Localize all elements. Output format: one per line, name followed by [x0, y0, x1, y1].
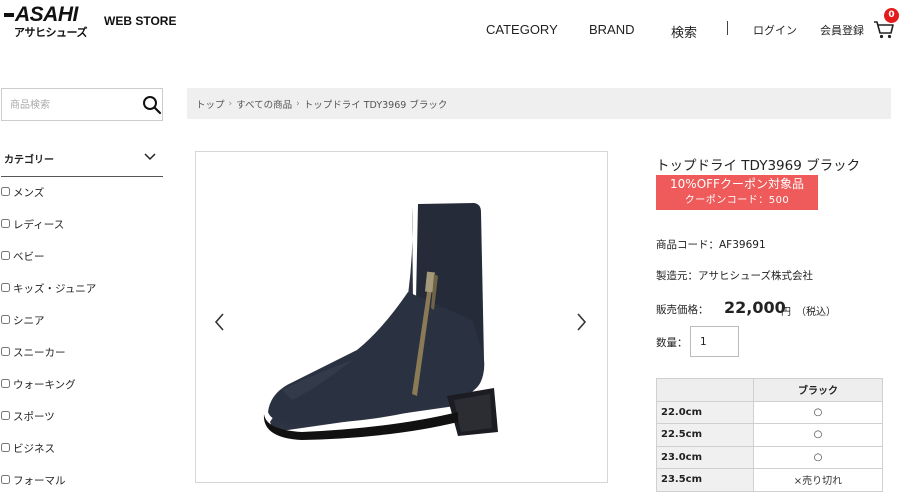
category-checkbox[interactable]	[1, 475, 10, 484]
category-item-sports[interactable]: スポーツ	[1, 409, 163, 441]
product-title: トップドライ TDY3969 ブラック	[656, 158, 861, 174]
breadcrumb-all-products[interactable]: すべての商品	[236, 97, 292, 111]
breadcrumb-separator: ›	[296, 98, 300, 109]
search-box	[1, 88, 163, 121]
price-value: 22,000	[724, 298, 786, 317]
category-list: メンズ レディース ベビー キッズ・ジュニア シニア スニーカー ウォーキング …	[1, 185, 163, 492]
category-item-mens[interactable]: メンズ	[1, 185, 163, 217]
color-header: ブラック	[753, 378, 883, 402]
table-row[interactable]: 22.0cm ○	[656, 400, 883, 424]
category-checkbox[interactable]	[1, 379, 10, 388]
price-unit: 円	[781, 307, 791, 318]
search-icon[interactable]	[142, 95, 162, 115]
category-checkbox[interactable]	[1, 315, 10, 324]
table-header-row: ブラック	[656, 378, 883, 402]
logo-kana: アサヒシューズ	[14, 26, 87, 39]
search-input[interactable]	[10, 97, 130, 113]
category-item-business[interactable]: ビジネス	[1, 441, 163, 473]
category-accordion-header[interactable]: カテゴリー	[1, 147, 163, 177]
quantity-label: 数量：	[656, 337, 688, 349]
table-row[interactable]: 22.5cm ○	[656, 423, 883, 447]
category-item-senior[interactable]: シニア	[1, 313, 163, 345]
breadcrumb-top[interactable]: トップ	[196, 97, 225, 111]
quantity-input[interactable]	[690, 326, 739, 357]
size-header-empty	[656, 378, 754, 402]
category-item-sneaker[interactable]: スニーカー	[1, 345, 163, 377]
breadcrumb-current: トップドライ TDY3969 ブラック	[303, 99, 448, 111]
nav-search[interactable]: 検索	[671, 22, 697, 41]
breadcrumb: トップ › すべての商品 › トップドライ TDY3969 ブラック	[187, 88, 891, 119]
coupon-code: クーポンコード：500	[684, 195, 790, 206]
stock-cell-soldout: ×売り切れ	[753, 468, 883, 492]
breadcrumb-separator: ›	[228, 98, 233, 109]
category-item-formal[interactable]: フォーマル	[1, 473, 163, 492]
size-cell: 22.5cm	[656, 423, 754, 447]
asahi-logo[interactable]: ASAHI アサヒシューズ	[4, 4, 96, 40]
nav-brand[interactable]: BRAND	[589, 22, 635, 37]
product-maker: 製造元：アサヒシューズ株式会社	[656, 270, 813, 282]
nav-register[interactable]: 会員登録	[820, 22, 864, 38]
nav-login[interactable]: ログイン	[753, 22, 797, 38]
category-checkbox[interactable]	[1, 347, 10, 356]
category-checkbox[interactable]	[1, 443, 10, 452]
size-cell: 23.5cm	[656, 468, 754, 492]
page: ASAHI アサヒシューズ WEB STORE CATEGORY BRAND 検…	[0, 0, 900, 492]
product-image	[263, 203, 498, 440]
stock-cell[interactable]: ○	[753, 400, 883, 424]
web-store-label: WEB STORE	[104, 14, 177, 28]
size-stock-table: ブラック 22.0cm ○ 22.5cm ○ 23.0cm ○ 23.5cm ×…	[656, 378, 883, 492]
product-code: 商品コード：AF39691	[656, 239, 766, 251]
category-item-walking[interactable]: ウォーキング	[1, 377, 163, 409]
carousel-prev-icon[interactable]	[213, 312, 227, 332]
category-item-kids[interactable]: キッズ・ジュニア	[1, 281, 163, 313]
nav-category[interactable]: CATEGORY	[486, 22, 558, 37]
logo-text: ASAHI	[15, 3, 78, 26]
category-checkbox[interactable]	[1, 251, 10, 260]
coupon-label: 10%OFFクーポン対象品	[670, 177, 804, 191]
size-cell: 22.0cm	[656, 400, 754, 424]
stock-cell[interactable]: ○	[753, 445, 883, 469]
product-image-carousel	[195, 151, 608, 483]
category-checkbox[interactable]	[1, 187, 10, 196]
price-label: 販売価格：	[656, 304, 709, 316]
price-tax: （税込）	[796, 307, 836, 318]
nav-divider	[727, 21, 728, 35]
category-checkbox[interactable]	[1, 283, 10, 292]
chevron-down-icon	[144, 153, 156, 161]
category-checkbox[interactable]	[1, 219, 10, 228]
size-cell: 23.0cm	[656, 445, 754, 469]
stock-cell[interactable]: ○	[753, 423, 883, 447]
category-item-ladies[interactable]: レディース	[1, 217, 163, 249]
cart-count-badge: 0	[884, 8, 899, 23]
logo-dash	[4, 13, 14, 17]
category-heading: カテゴリー	[4, 155, 54, 166]
table-row: 23.5cm ×売り切れ	[656, 468, 883, 492]
table-row[interactable]: 23.0cm ○	[656, 445, 883, 469]
carousel-next-icon[interactable]	[574, 312, 588, 332]
category-item-baby[interactable]: ベビー	[1, 249, 163, 281]
category-checkbox[interactable]	[1, 411, 10, 420]
coupon-banner: 10%OFFクーポン対象品 クーポンコード：500	[656, 175, 818, 210]
